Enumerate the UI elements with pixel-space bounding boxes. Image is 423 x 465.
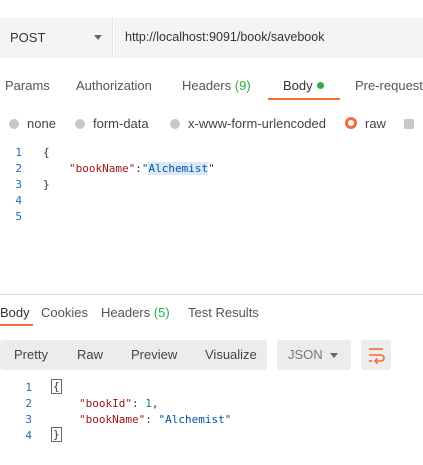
response-close-brace: } xyxy=(51,427,62,442)
line-number: 4 xyxy=(15,194,22,207)
line-number: 5 xyxy=(15,210,22,223)
radio-selected-icon xyxy=(345,117,357,129)
chevron-down-icon xyxy=(94,35,102,40)
tab-response-body[interactable]: Body xyxy=(0,305,30,320)
method-select[interactable]: POST xyxy=(0,18,113,58)
format-select[interactable]: JSON xyxy=(277,340,351,370)
line-number: 3 xyxy=(25,413,32,426)
radio-raw[interactable]: raw xyxy=(345,116,386,131)
radio-icon xyxy=(75,119,85,129)
radio-icon xyxy=(170,119,180,129)
active-tab-underline xyxy=(268,98,340,100)
headers-count: (9) xyxy=(234,78,251,93)
request-bar: POST http://localhost:9091/book/savebook xyxy=(0,18,423,58)
code-open-brace: { xyxy=(43,146,50,159)
line-number: 3 xyxy=(15,178,22,191)
pane-divider[interactable] xyxy=(0,294,423,295)
tab-headers[interactable]: Headers (9) xyxy=(182,78,251,93)
json-key: "bookName" xyxy=(69,162,136,175)
line-number: 1 xyxy=(25,381,32,394)
radio-none[interactable]: none xyxy=(9,116,56,131)
visualize-button[interactable]: Visualize xyxy=(205,347,257,362)
code-close-brace: } xyxy=(43,178,50,191)
code-line-bookname: "bookName":"Alchemist" xyxy=(69,162,215,175)
tab-authorization[interactable]: Authorization xyxy=(76,78,152,93)
body-indicator-dot xyxy=(316,82,324,89)
response-line-bookname: "bookName": "Alchemist" xyxy=(79,413,232,426)
line-number: 2 xyxy=(25,397,32,410)
response-tabs: Body Cookies Headers (5) Test Results xyxy=(0,302,423,328)
radio-form-data[interactable]: form-data xyxy=(75,116,149,131)
tab-test-results[interactable]: Test Results xyxy=(188,305,259,320)
preview-button[interactable]: Preview xyxy=(131,347,177,362)
line-number: 1 xyxy=(15,146,22,159)
raw-button[interactable]: Raw xyxy=(77,347,103,362)
tab-cookies[interactable]: Cookies xyxy=(41,305,88,320)
wrap-lines-icon xyxy=(369,348,385,365)
tab-pre-request[interactable]: Pre-request xyxy=(355,78,423,93)
radio-icon xyxy=(404,119,414,129)
response-headers-count: (5) xyxy=(153,305,170,320)
url-input[interactable]: http://localhost:9091/book/savebook xyxy=(114,18,423,58)
tab-params[interactable]: Params xyxy=(5,78,50,93)
response-body-viewer[interactable]: 1 2 3 4 { "bookId": 1, "bookName": "Alch… xyxy=(0,379,423,460)
request-tabs: Params Authorization Headers (9) Body Pr… xyxy=(0,72,423,100)
selected-value: Alchemist xyxy=(148,162,209,175)
body-type-options: none form-data x-www-form-urlencoded raw xyxy=(0,112,423,136)
line-number: 4 xyxy=(25,429,32,442)
request-body-editor[interactable]: 1 2 3 4 5 { "bookName":"Alchemist" } xyxy=(0,142,423,292)
method-label: POST xyxy=(10,30,46,45)
radio-urlencoded[interactable]: x-www-form-urlencoded xyxy=(170,116,326,131)
response-toolbar: Pretty Raw Preview Visualize JSON xyxy=(0,340,423,370)
active-tab-underline xyxy=(0,324,33,326)
chevron-down-icon xyxy=(330,353,338,358)
tab-body[interactable]: Body xyxy=(283,78,324,93)
wrap-lines-button[interactable] xyxy=(361,340,391,370)
tab-response-headers[interactable]: Headers (5) xyxy=(101,305,170,320)
url-text: http://localhost:9091/book/savebook xyxy=(125,30,325,44)
format-label: JSON xyxy=(288,347,323,362)
radio-binary[interactable] xyxy=(404,116,422,131)
pretty-button[interactable]: Pretty xyxy=(14,347,48,362)
response-open-brace: { xyxy=(51,379,62,394)
line-number: 2 xyxy=(15,162,22,175)
view-mode-switch: Pretty Raw Preview Visualize xyxy=(0,340,267,370)
radio-icon xyxy=(9,119,19,129)
response-line-bookid: "bookId": 1, xyxy=(79,397,159,410)
